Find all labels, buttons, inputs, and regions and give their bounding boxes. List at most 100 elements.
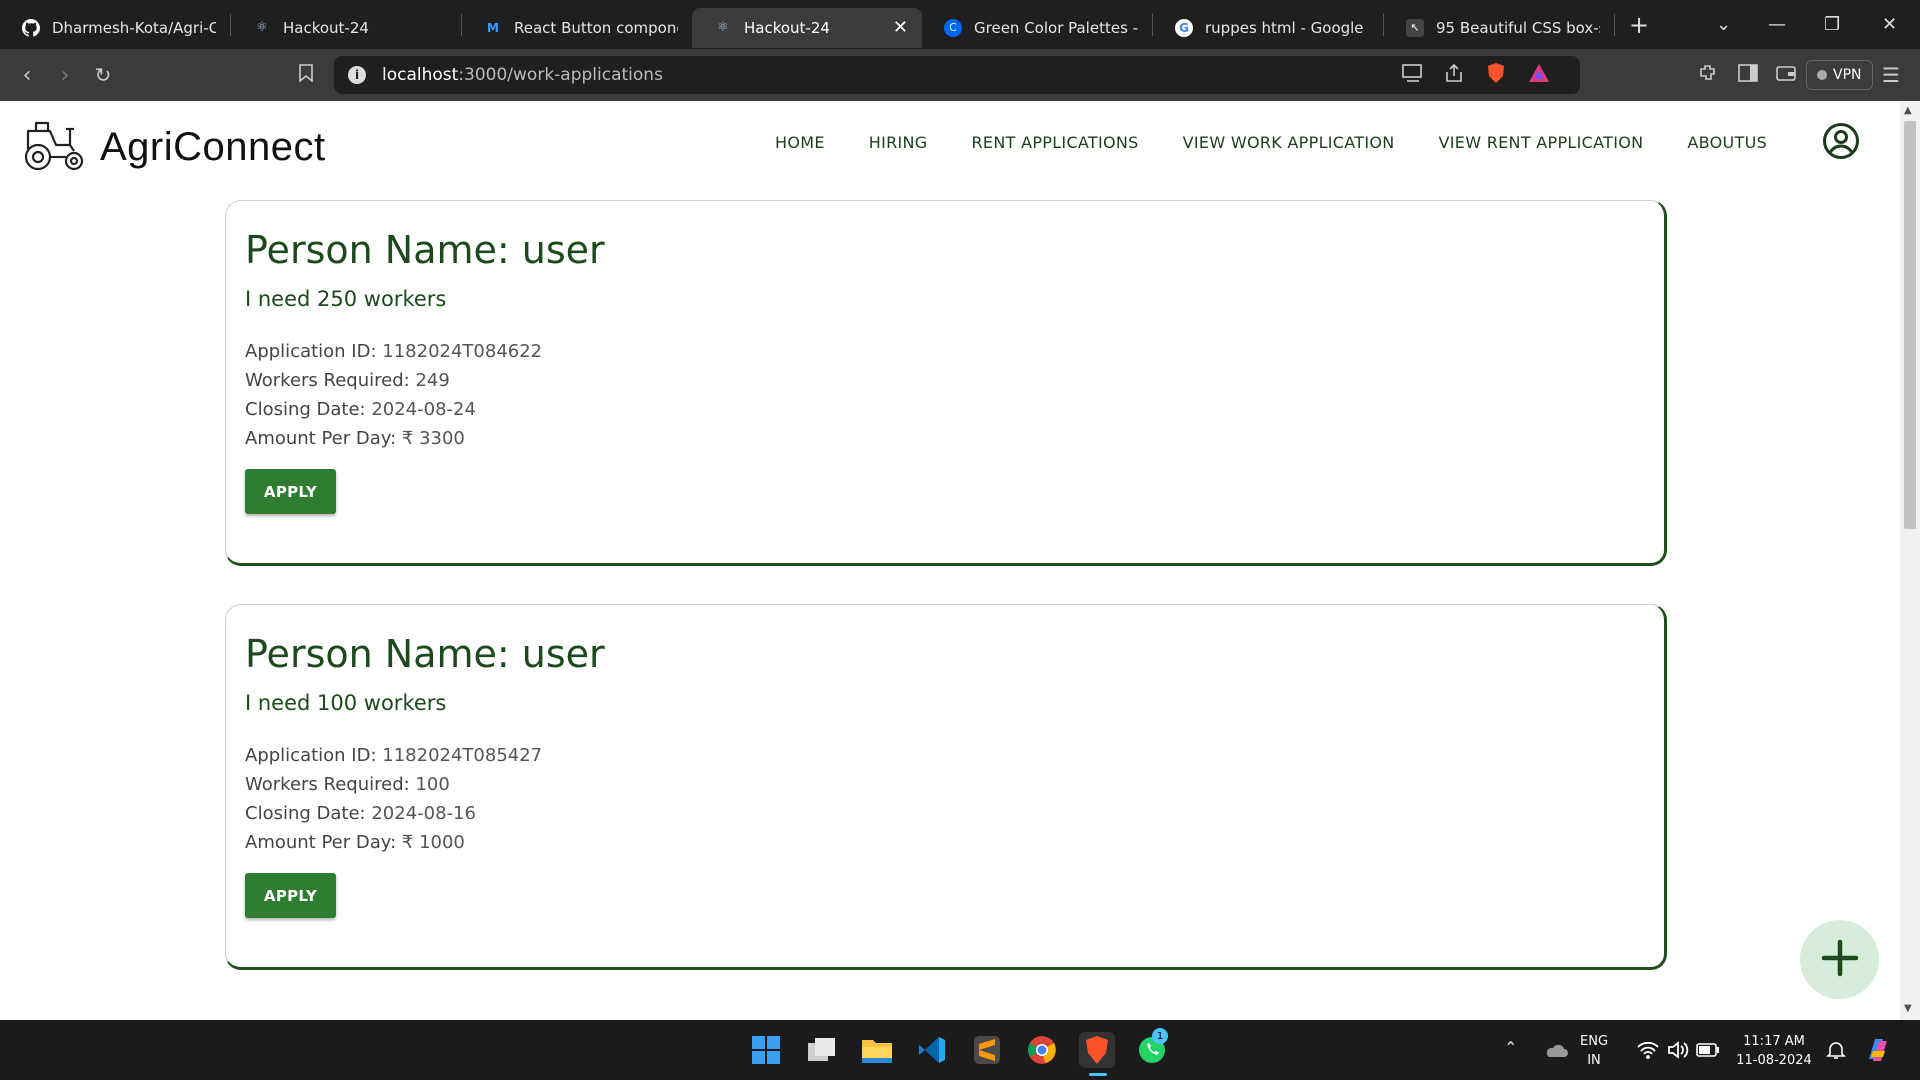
browser-tab[interactable]: Dharmesh-Kota/Agri-Con [0, 8, 230, 48]
tab-title: ruppes html - Google Sea [1205, 18, 1369, 37]
tab-title: Hackout-24 [744, 18, 830, 37]
workers-required-value: 249 [415, 370, 450, 391]
person-name: Person Name: user [245, 632, 605, 676]
scrollbar-thumb[interactable] [1904, 121, 1916, 529]
apply-button[interactable]: APPLY [245, 873, 336, 918]
chevron-up-icon[interactable]: ⌃ [1504, 1038, 1517, 1057]
vpn-status-icon [1817, 70, 1827, 80]
bookmark-icon[interactable] [287, 63, 325, 87]
nav-view-rent-application[interactable]: VIEW RENT APPLICATION [1439, 133, 1644, 152]
amount-per-day-label: Amount Per Day: [245, 832, 397, 853]
workers-needed: I need 250 workers [245, 287, 447, 311]
menu-icon[interactable]: ☰ [1882, 63, 1900, 87]
amount-per-day-row: Amount Per Day: ₹ 3300 [245, 424, 542, 453]
page-scrollbar[interactable]: ▲ ▼ [1900, 101, 1920, 1020]
app-header: AgriConnect HOME HIRING RENT APPLICATION… [0, 101, 1900, 189]
work-application-card: Person Name: user I need 100 workers App… [225, 604, 1667, 970]
work-application-card: Person Name: user I need 250 workers App… [225, 200, 1667, 566]
nav-home[interactable]: HOME [775, 133, 825, 152]
closing-date-label: Closing Date: [245, 803, 366, 824]
main-nav: HOME HIRING RENT APPLICATIONS VIEW WORK … [775, 133, 1811, 152]
nav-view-work-application[interactable]: VIEW WORK APPLICATION [1183, 133, 1395, 152]
workers-required-row: Workers Required: 100 [245, 770, 542, 799]
clock-date: 11-08-2024 [1736, 1053, 1812, 1068]
notifications-icon[interactable] [1818, 1032, 1854, 1068]
nav-hiring[interactable]: HIRING [869, 133, 928, 152]
vpn-button[interactable]: VPN [1806, 60, 1873, 90]
application-id-value: 1182024T084622 [382, 341, 543, 362]
nav-rent-applications[interactable]: RENT APPLICATIONS [972, 133, 1139, 152]
application-id-value: 1182024T085427 [382, 745, 543, 766]
sidebar-icon[interactable] [1738, 64, 1758, 86]
vscode-icon[interactable] [914, 1032, 950, 1068]
scroll-up-icon[interactable]: ▲ [1904, 105, 1912, 116]
sublime-text-icon[interactable] [969, 1032, 1005, 1068]
window-close-icon[interactable]: ✕ [1882, 0, 1897, 49]
close-icon[interactable]: ✕ [893, 17, 908, 38]
tab-separator [1614, 13, 1615, 36]
brave-taskbar-icon[interactable] [1079, 1032, 1115, 1068]
url-text: localhost:3000/work-applications [382, 65, 663, 85]
windows-start-icon[interactable] [748, 1032, 784, 1068]
chrome-icon[interactable] [1024, 1032, 1060, 1068]
url-host: localhost [382, 65, 459, 85]
extensions-icon[interactable] [1698, 63, 1718, 87]
copilot-icon[interactable] [1860, 1032, 1896, 1068]
notification-badge: 1 [1152, 1028, 1168, 1044]
minimize-icon[interactable]: — [1768, 0, 1786, 49]
workers-required-value: 100 [415, 774, 450, 795]
workers-required-label: Workers Required: [245, 370, 410, 391]
browser-tab[interactable]: C Green Color Palettes - Co [922, 8, 1152, 48]
brave-rewards-icon[interactable] [1528, 63, 1550, 87]
plus-icon [1820, 938, 1860, 982]
cursor-icon: ↖ [1406, 18, 1424, 37]
battery-icon[interactable] [1690, 1032, 1726, 1068]
application-details: Application ID: 1182024T084622 Workers R… [245, 337, 542, 453]
amount-per-day-row: Amount Per Day: ₹ 1000 [245, 828, 542, 857]
react-icon: ⚛ [717, 20, 729, 35]
amount-per-day-label: Amount Per Day: [245, 428, 397, 449]
add-application-button[interactable] [1800, 920, 1879, 999]
browser-tab[interactable]: ↖ 95 Beautiful CSS box-sha [1384, 8, 1614, 48]
application-id-label: Application ID: [245, 341, 377, 362]
account-circle-icon[interactable] [1822, 122, 1860, 160]
browser-tab[interactable]: G ruppes html - Google Sea [1153, 8, 1383, 48]
new-tab-button[interactable]: + [1629, 11, 1649, 39]
google-icon: G [1175, 18, 1193, 37]
amount-per-day-value: ₹ 1000 [401, 832, 465, 853]
language-indicator[interactable]: ENG IN [1580, 1032, 1608, 1070]
browser-tab[interactable]: ⚛ Hackout-24 [231, 8, 461, 48]
browser-tab-active[interactable]: ⚛ Hackout-24 ✕ [692, 7, 922, 48]
brave-shields-icon[interactable] [1486, 62, 1506, 88]
tractor-icon [22, 119, 86, 175]
closing-date-label: Closing Date: [245, 399, 366, 420]
nav-aboutus[interactable]: ABOUTUS [1687, 133, 1767, 152]
tab-search-icon[interactable]: ⌄ [1716, 0, 1731, 49]
closing-date-row: Closing Date: 2024-08-16 [245, 799, 542, 828]
github-icon [22, 18, 40, 37]
wallet-icon[interactable] [1776, 64, 1796, 86]
language-code: ENG [1580, 1034, 1609, 1049]
browser-tab[interactable]: M React Button component [462, 8, 692, 48]
application-id-row: Application ID: 1182024T084622 [245, 337, 542, 366]
restore-icon[interactable]: ❐ [1824, 0, 1840, 49]
address-bar[interactable]: i localhost:3000/work-applications [334, 56, 1580, 94]
apply-button[interactable]: APPLY [245, 469, 336, 514]
brand-logo[interactable]: AgriConnect [22, 119, 326, 175]
task-view-icon[interactable] [804, 1032, 840, 1068]
back-icon[interactable]: ‹ [8, 63, 46, 88]
reload-icon[interactable]: ↻ [84, 63, 122, 87]
application-id-row: Application ID: 1182024T085427 [245, 741, 542, 770]
site-info-icon[interactable]: i [348, 66, 366, 84]
mui-icon: M [487, 20, 499, 35]
browser-tab-bar: Dharmesh-Kota/Agri-Con ⚛ Hackout-24 M Re… [0, 0, 1920, 49]
tab-title: React Button component [514, 18, 678, 37]
clock[interactable]: 11:17 AM 11-08-2024 [1734, 1032, 1814, 1070]
onedrive-icon[interactable] [1538, 1032, 1574, 1068]
forward-icon[interactable]: › [46, 63, 84, 88]
file-explorer-icon[interactable] [859, 1032, 895, 1068]
cast-icon[interactable] [1402, 64, 1424, 86]
share-icon[interactable] [1444, 63, 1464, 87]
scroll-down-icon[interactable]: ▼ [1904, 1003, 1912, 1014]
workers-required-label: Workers Required: [245, 774, 410, 795]
